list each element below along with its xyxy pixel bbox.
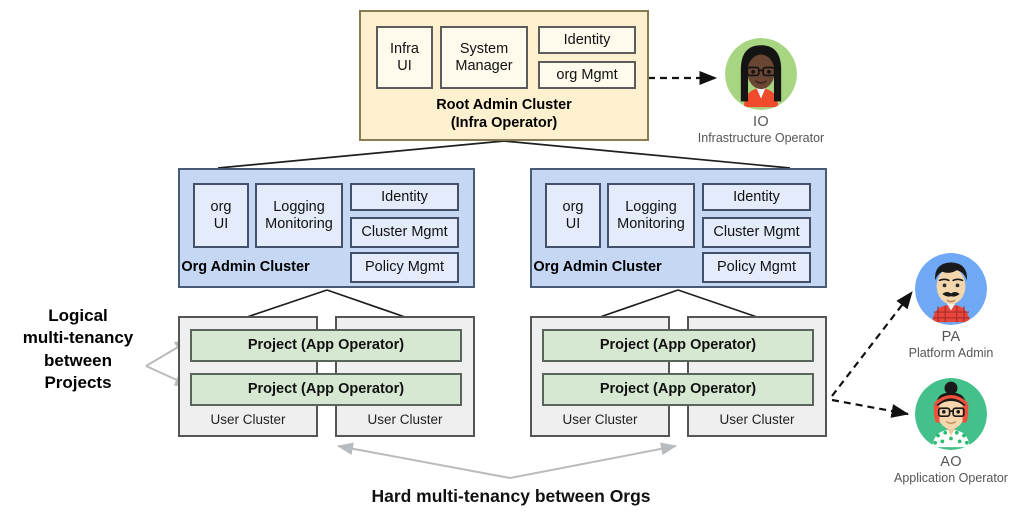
persona-io[interactable]: IO Infrastructure Operator: [686, 38, 836, 145]
user-cluster-group-2: User Cluster User Cluster Project (App O…: [530, 316, 827, 437]
user-cluster-group-1: User Cluster User Cluster Project (App O…: [178, 316, 475, 437]
org1-component-org-ui[interactable]: org UI: [193, 183, 249, 248]
project-1a[interactable]: Project (App Operator): [190, 329, 462, 362]
persona-pa-abbr: PA: [941, 329, 961, 345]
chip-line: Identity: [381, 188, 428, 205]
chip-line: Identity: [733, 188, 780, 205]
chip-line: org Mgmt: [556, 66, 618, 83]
chip-line: Cluster Mgmt: [713, 224, 800, 241]
logical-label-line: between: [43, 350, 113, 370]
tree-link-org1-to-userclusters: [246, 289, 406, 318]
org-admin-cluster-2[interactable]: org UI Logging Monitoring Identity Clust…: [530, 168, 827, 288]
persona-pa-full: Platform Admin: [908, 346, 994, 360]
chip-line: Monitoring: [617, 215, 685, 232]
avatar-ao: [915, 378, 987, 450]
org2-component-logging-monitoring[interactable]: Logging Monitoring: [607, 183, 695, 248]
root-admin-cluster[interactable]: Infra UI System Manager Identity org Mgm…: [359, 10, 649, 141]
user-cluster-label: User Cluster: [562, 411, 638, 427]
logical-multitenancy-label: Logical multi-tenancy between Projects: [8, 305, 148, 395]
persona-ao-full: Application Operator: [894, 471, 1008, 485]
diagram-canvas: Infra UI System Manager Identity org Mgm…: [0, 0, 1022, 513]
root-cluster-title-line1: Root Admin Cluster: [436, 97, 572, 113]
org-admin-cluster-2-title: Org Admin Cluster: [533, 259, 662, 275]
root-cluster-title: Root Admin Cluster (Infra Operator): [361, 97, 647, 132]
project-label: Project (App Operator): [247, 381, 405, 398]
user-cluster-label: User Cluster: [719, 411, 795, 427]
org2-component-cluster-mgmt[interactable]: Cluster Mgmt: [702, 217, 811, 248]
chip-line: Identity: [563, 31, 611, 48]
org1-component-identity[interactable]: Identity: [350, 183, 459, 211]
project-label: Project (App Operator): [599, 381, 757, 398]
org2-component-identity[interactable]: Identity: [702, 183, 811, 211]
root-component-org-mgmt[interactable]: org Mgmt: [538, 61, 636, 89]
project-label: Project (App Operator): [247, 337, 405, 354]
org1-component-cluster-mgmt[interactable]: Cluster Mgmt: [350, 217, 459, 248]
root-cluster-title-line2: (Infra Operator): [450, 114, 558, 131]
hard-multitenancy-label: Hard multi-tenancy between Orgs: [371, 486, 651, 506]
project-1b[interactable]: Project (App Operator): [190, 373, 462, 406]
logical-label-line: Projects: [44, 373, 112, 393]
chip-line: System: [459, 41, 509, 58]
tree-link-org2-to-userclusters: [599, 289, 758, 318]
avatar-io: [725, 38, 797, 110]
chip-line: Monitoring: [265, 215, 333, 232]
persona-io-full: Infrastructure Operator: [697, 131, 825, 145]
user-cluster-label: User Cluster: [367, 411, 443, 427]
chip-line: UI: [397, 57, 412, 74]
chip-line: Logging: [273, 199, 325, 216]
org-admin-cluster-1[interactable]: org UI Logging Monitoring Identity Clust…: [178, 168, 475, 288]
persona-ao-abbr: AO: [940, 454, 962, 470]
root-component-identity[interactable]: Identity: [538, 26, 636, 54]
persona-pa[interactable]: PA Platform Admin: [876, 253, 1022, 360]
logical-label-line: multi-tenancy: [22, 328, 134, 348]
tree-link-root-to-orgs: [217, 140, 791, 169]
chip-line: Infra: [389, 41, 419, 58]
chip-line: Logging: [625, 199, 677, 216]
project-2b[interactable]: Project (App Operator): [542, 373, 814, 406]
chip-line: org: [210, 199, 232, 216]
persona-io-abbr: IO: [753, 114, 769, 130]
chip-line: Manager: [455, 57, 513, 74]
root-component-infra-ui[interactable]: Infra UI: [376, 26, 433, 89]
root-component-system-manager[interactable]: System Manager: [440, 26, 528, 89]
chip-line: Cluster Mgmt: [361, 224, 448, 241]
chip-line: UI: [213, 215, 229, 232]
persona-ao[interactable]: AO Application Operator: [876, 378, 1022, 485]
org2-component-org-ui[interactable]: org UI: [545, 183, 601, 248]
project-2a[interactable]: Project (App Operator): [542, 329, 814, 362]
logical-label-line: Logical: [48, 306, 108, 325]
org1-component-logging-monitoring[interactable]: Logging Monitoring: [255, 183, 343, 248]
org-admin-cluster-1-title: Org Admin Cluster: [181, 259, 310, 275]
gray-double-arrow-hard-tenancy: [337, 442, 677, 479]
avatar-pa: [915, 253, 987, 325]
chip-line: org: [562, 199, 584, 216]
chip-line: UI: [565, 215, 581, 232]
user-cluster-label: User Cluster: [210, 411, 286, 427]
project-label: Project (App Operator): [599, 337, 757, 354]
